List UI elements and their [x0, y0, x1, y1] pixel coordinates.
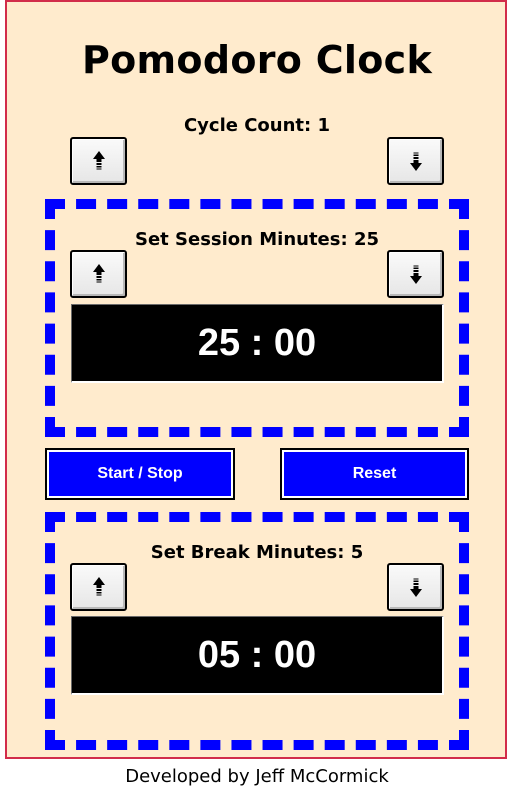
arrow-down-icon — [409, 152, 422, 171]
cycle-increment-button[interactable] — [70, 137, 127, 185]
cycle-count-label: Cycle Count: 1 — [183, 115, 331, 136]
arrow-down-icon — [409, 578, 422, 597]
footer-credit: Developed by Jeff McCormick — [125, 766, 389, 787]
session-timer-display: 25 : 00 — [71, 304, 444, 383]
arrow-up-icon — [92, 577, 105, 596]
cycle-decrement-button[interactable] — [387, 137, 444, 185]
arrow-down-icon — [409, 265, 422, 284]
break-decrement-button[interactable] — [387, 563, 444, 611]
reset-button[interactable]: Reset — [280, 448, 469, 500]
session-increment-button[interactable] — [70, 250, 127, 298]
start-stop-button[interactable]: Start / Stop — [45, 448, 235, 500]
break-timer-display: 05 : 00 — [71, 616, 444, 695]
break-increment-button[interactable] — [70, 563, 127, 611]
arrow-up-icon — [92, 264, 105, 283]
break-minutes-label: Set Break Minutes: 5 — [150, 542, 364, 563]
session-decrement-button[interactable] — [387, 250, 444, 298]
arrow-up-icon — [92, 151, 105, 170]
page-title: Pomodoro Clock — [81, 38, 433, 82]
session-minutes-label: Set Session Minutes: 25 — [134, 229, 379, 250]
